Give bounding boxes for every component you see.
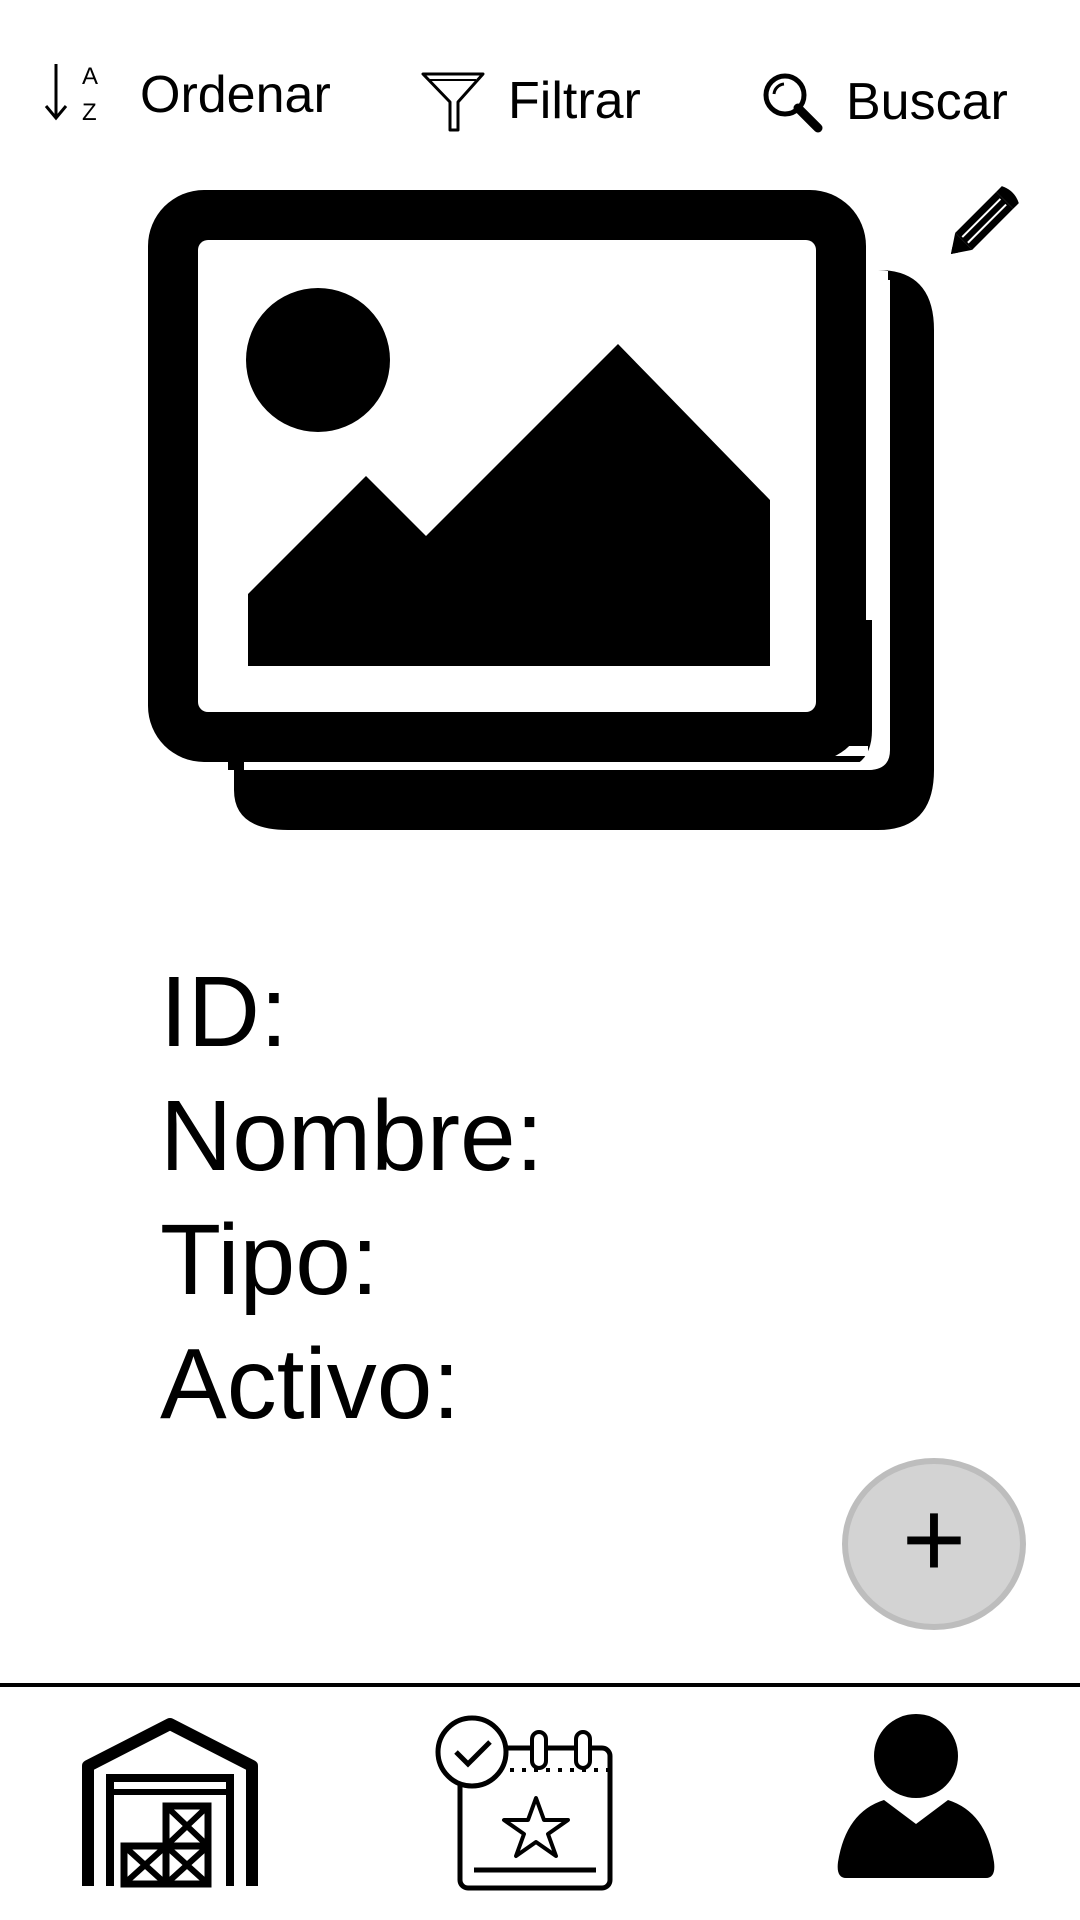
edit-button[interactable] [936, 166, 1038, 270]
image-gallery-icon[interactable] [148, 190, 938, 830]
sort-az-icon: A Z [44, 63, 98, 126]
user-icon [837, 1714, 995, 1878]
add-button[interactable]: + [842, 1458, 1026, 1630]
item-details: ID: Nombre: Tipo: Activo: [160, 950, 543, 1446]
funnel-icon [421, 72, 485, 132]
bottom-nav-divider [0, 1683, 1080, 1687]
search-button[interactable]: Buscar [760, 70, 1008, 134]
calendar-star-icon [435, 1715, 613, 1891]
sort-label: Ordenar [140, 66, 331, 124]
warehouse-icon [82, 1718, 258, 1888]
pencil-icon [950, 186, 1019, 255]
nav-item-warehouse[interactable] [80, 1716, 260, 1888]
name-label: Nombre: [160, 1080, 544, 1192]
filter-button[interactable]: Filtrar [420, 68, 641, 134]
id-label: ID: [160, 956, 288, 1068]
active-label: Activo: [160, 1328, 461, 1440]
nav-item-events[interactable] [434, 1712, 618, 1892]
filter-label: Filtrar [508, 72, 641, 130]
svg-text:Z: Z [82, 99, 97, 126]
sort-button[interactable]: A Z Ordenar [44, 60, 331, 130]
search-label: Buscar [846, 73, 1008, 131]
svg-text:A: A [82, 63, 98, 90]
nav-item-profile[interactable] [836, 1712, 996, 1882]
magnifier-icon [763, 73, 823, 133]
type-label: Tipo: [160, 1204, 379, 1316]
